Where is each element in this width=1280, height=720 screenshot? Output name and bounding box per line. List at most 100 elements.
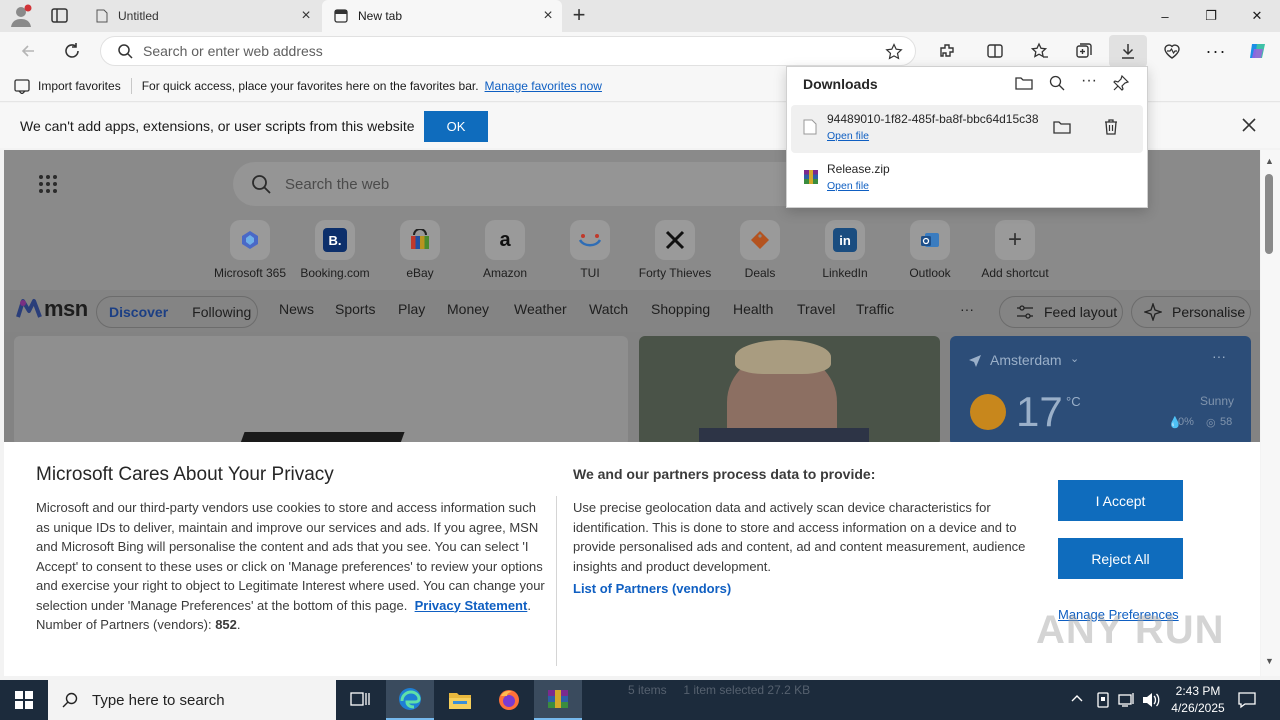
favorites-icon[interactable] bbox=[1024, 36, 1056, 66]
web-search-box[interactable]: Search the web bbox=[233, 162, 813, 206]
search-icon bbox=[251, 174, 271, 194]
nav-health[interactable]: Health bbox=[733, 301, 773, 317]
collections-icon[interactable] bbox=[1068, 36, 1100, 66]
show-in-folder-icon[interactable] bbox=[1053, 119, 1071, 135]
firefox-icon[interactable] bbox=[485, 680, 533, 720]
tab-following[interactable]: Following bbox=[192, 304, 251, 320]
accept-button[interactable]: I Accept bbox=[1058, 480, 1183, 521]
close-icon[interactable] bbox=[1240, 116, 1258, 134]
reject-all-button[interactable]: Reject All bbox=[1058, 538, 1183, 579]
network-icon[interactable] bbox=[1118, 692, 1136, 708]
refresh-button[interactable] bbox=[56, 36, 88, 66]
nav-sports[interactable]: Sports bbox=[335, 301, 375, 317]
feed-card-news-image[interactable] bbox=[639, 336, 940, 446]
nav-play[interactable]: Play bbox=[398, 301, 425, 317]
task-view-icon[interactable] bbox=[336, 680, 384, 720]
feed-layout-button[interactable]: Feed layout bbox=[999, 296, 1123, 328]
scroll-up-icon[interactable]: ▲ bbox=[1265, 156, 1274, 166]
close-tab-icon[interactable]: × bbox=[292, 7, 320, 25]
shortcut-linkedin[interactable]: in LinkedIn bbox=[803, 220, 887, 280]
taskbar: Type here to search 5 items 1 item selec… bbox=[0, 680, 1280, 720]
app-launcher-icon[interactable] bbox=[38, 174, 58, 194]
personalise-button[interactable]: Personalise bbox=[1131, 296, 1251, 328]
tab-untitled[interactable]: Untitled × bbox=[84, 0, 320, 32]
download-item[interactable]: Release.zip Open file bbox=[791, 155, 1143, 203]
favorite-star-icon[interactable] bbox=[885, 43, 903, 61]
privacy-statement-link[interactable]: Privacy Statement bbox=[415, 598, 528, 613]
sun-icon bbox=[970, 394, 1006, 430]
weather-card[interactable]: Amsterdam ⌄ ··· 17 °C Sunny 💧 0% ◎ 58 bbox=[950, 336, 1251, 446]
system-clock[interactable]: 2:43 PM 4/26/2025 bbox=[1168, 683, 1228, 717]
scroll-thumb[interactable] bbox=[1265, 174, 1273, 254]
settings-more-icon[interactable]: ··· bbox=[1200, 36, 1232, 66]
open-file-link[interactable]: Open file bbox=[827, 180, 869, 192]
shortcut-ebay[interactable]: eBay bbox=[378, 220, 462, 280]
nav-traffic[interactable]: Traffic bbox=[856, 301, 894, 317]
nav-watch[interactable]: Watch bbox=[589, 301, 628, 317]
shortcut-amazon[interactable]: a Amazon bbox=[463, 220, 547, 280]
open-folder-icon[interactable] bbox=[1015, 75, 1033, 91]
nav-travel[interactable]: Travel bbox=[797, 301, 835, 317]
start-button[interactable] bbox=[0, 680, 48, 720]
import-favorites-button[interactable]: Import favorites bbox=[38, 79, 121, 93]
close-window-button[interactable]: ✕ bbox=[1234, 0, 1280, 32]
page-scrollbar[interactable]: ▲ ▼ bbox=[1261, 150, 1280, 676]
downloads-button[interactable] bbox=[1109, 35, 1147, 67]
chevron-up-icon[interactable] bbox=[1070, 691, 1084, 705]
minimize-button[interactable]: – bbox=[1142, 0, 1188, 32]
page-icon bbox=[96, 9, 108, 23]
back-button[interactable] bbox=[12, 36, 44, 66]
new-tab-button[interactable]: + bbox=[566, 4, 592, 28]
info-bar-ok-button[interactable]: OK bbox=[424, 111, 488, 142]
scroll-down-icon[interactable]: ▼ bbox=[1265, 656, 1274, 666]
more-options-icon[interactable]: ··· bbox=[1081, 72, 1097, 90]
shortcut-forty-thieves[interactable]: Forty Thieves bbox=[633, 220, 717, 280]
favorites-hint: For quick access, place your favorites h… bbox=[141, 78, 479, 93]
copilot-icon[interactable] bbox=[1242, 36, 1274, 66]
shortcut-outlook[interactable]: Outlook bbox=[888, 220, 972, 280]
download-item[interactable]: 94489010-1f82-485f-ba8f-bbc64d15c380 Ope… bbox=[791, 105, 1143, 153]
file-explorer-icon[interactable] bbox=[436, 680, 484, 720]
nav-more-icon[interactable]: ··· bbox=[960, 301, 974, 317]
feed-card-large[interactable] bbox=[14, 336, 628, 446]
shortcut-tui[interactable]: TUI bbox=[548, 220, 632, 280]
taskbar-search-box[interactable]: Type here to search bbox=[48, 680, 336, 720]
weather-more-icon[interactable]: ··· bbox=[1212, 348, 1226, 364]
device-icon[interactable] bbox=[1096, 692, 1110, 708]
browser-essentials-icon[interactable] bbox=[1156, 36, 1188, 66]
open-file-link[interactable]: Open file bbox=[827, 130, 869, 142]
pin-icon[interactable] bbox=[1113, 75, 1129, 91]
shortcut-deals[interactable]: Deals bbox=[718, 220, 802, 280]
nav-shopping[interactable]: Shopping bbox=[651, 301, 710, 317]
delete-icon[interactable] bbox=[1103, 118, 1119, 136]
restore-button[interactable]: ❐ bbox=[1188, 0, 1234, 32]
shortcut-booking[interactable]: B. Booking.com bbox=[293, 220, 377, 280]
nav-news[interactable]: News bbox=[279, 301, 314, 317]
profile-avatar[interactable] bbox=[8, 4, 34, 28]
extensions-icon[interactable] bbox=[931, 36, 963, 66]
privacy-title: Microsoft Cares About Your Privacy bbox=[36, 464, 334, 485]
winrar-taskbar-icon[interactable] bbox=[534, 680, 582, 720]
tab-actions-icon[interactable] bbox=[50, 7, 70, 25]
import-favorites-icon[interactable] bbox=[14, 78, 32, 94]
close-tab-icon[interactable]: × bbox=[534, 7, 562, 25]
split-screen-icon[interactable] bbox=[979, 36, 1011, 66]
shortcut-add[interactable]: + Add shortcut bbox=[973, 220, 1057, 280]
manage-favorites-link[interactable]: Manage favorites now bbox=[485, 79, 602, 93]
shortcut-microsoft-365[interactable]: Microsoft 365 bbox=[208, 220, 292, 280]
address-bar[interactable]: Search or enter web address bbox=[100, 36, 916, 66]
sliders-icon bbox=[1016, 305, 1034, 319]
edge-taskbar-icon[interactable] bbox=[386, 680, 434, 720]
nav-weather[interactable]: Weather bbox=[514, 301, 567, 317]
volume-icon[interactable] bbox=[1142, 692, 1160, 708]
list-of-partners-link[interactable]: List of Partners (vendors) bbox=[573, 581, 731, 596]
tab-discover[interactable]: Discover bbox=[109, 304, 168, 320]
search-icon[interactable] bbox=[1049, 75, 1065, 91]
amazon-icon: a bbox=[485, 220, 525, 260]
msn-nav-bar: msn Discover Following News Sports Play … bbox=[4, 290, 1260, 332]
nav-money[interactable]: Money bbox=[447, 301, 489, 317]
tab-new-tab[interactable]: New tab × bbox=[322, 0, 562, 32]
msn-logo[interactable]: msn bbox=[16, 296, 88, 322]
chevron-down-icon[interactable]: ⌄ bbox=[1070, 352, 1079, 365]
notifications-icon[interactable] bbox=[1238, 691, 1256, 709]
